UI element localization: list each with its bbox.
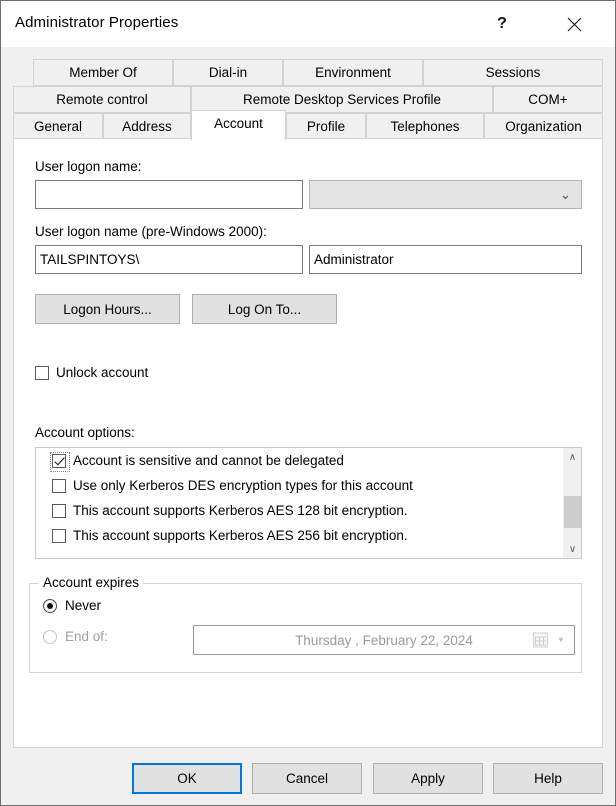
tab-address[interactable]: Address bbox=[103, 113, 191, 140]
tab-com-plus[interactable]: COM+ bbox=[493, 86, 603, 113]
dialog-footer: OK Cancel Apply Help bbox=[1, 750, 615, 805]
option-label: This account supports Kerberos AES 128 b… bbox=[73, 503, 408, 518]
dialog-body: Member Of Dial-in Environment Sessions R… bbox=[1, 47, 615, 805]
tab-label: Organization bbox=[505, 119, 582, 134]
list-item[interactable]: This account supports Kerberos AES 128 b… bbox=[36, 498, 562, 523]
tab-account[interactable]: Account bbox=[191, 110, 286, 141]
close-icon[interactable] bbox=[551, 1, 597, 47]
tab-label: Remote Desktop Services Profile bbox=[242, 92, 442, 107]
tab-label: Remote control bbox=[56, 92, 148, 107]
tab-label: Telephones bbox=[390, 119, 460, 134]
tab-general[interactable]: General bbox=[13, 113, 103, 140]
tab-row-2: Remote control Remote Desktop Services P… bbox=[13, 86, 603, 113]
unlock-account-label: Unlock account bbox=[56, 365, 149, 380]
option-checkbox[interactable] bbox=[50, 451, 70, 472]
tab-label: COM+ bbox=[528, 92, 568, 107]
option-label: This account supports Kerberos AES 256 b… bbox=[73, 528, 408, 543]
help-icon-glyph: ? bbox=[497, 15, 507, 32]
tab-remote-control[interactable]: Remote control bbox=[13, 86, 191, 113]
tab-row-3: General Address Account Profile Telephon… bbox=[13, 110, 603, 141]
tab-label: Dial-in bbox=[208, 65, 248, 80]
end-of-label: End of: bbox=[65, 629, 108, 644]
unlock-account-checkbox[interactable]: Unlock account bbox=[35, 365, 148, 380]
never-label: Never bbox=[65, 598, 102, 613]
pre-windows-2000-label: User logon name (pre-Windows 2000): bbox=[35, 224, 267, 239]
tab-sessions[interactable]: Sessions bbox=[423, 59, 603, 86]
focus-rectangle bbox=[50, 451, 70, 472]
tab-label: Address bbox=[122, 119, 172, 134]
logon-hours-button[interactable]: Logon Hours... bbox=[35, 294, 180, 324]
scroll-up-icon[interactable]: ∧ bbox=[563, 448, 581, 466]
list-item[interactable]: This account supports Kerberos AES 256 b… bbox=[36, 523, 562, 548]
tab-remote-desktop-services-profile[interactable]: Remote Desktop Services Profile bbox=[191, 86, 493, 113]
calendar-icon bbox=[533, 632, 548, 648]
tab-label: Profile bbox=[306, 119, 346, 134]
cancel-button[interactable]: Cancel bbox=[252, 763, 362, 794]
option-label: Account is sensitive and cannot be deleg… bbox=[73, 453, 344, 468]
account-options-scrollbar[interactable]: ∧ ∨ bbox=[562, 448, 581, 558]
account-options-label: Account options: bbox=[35, 425, 135, 440]
chevron-down-icon: ▾ bbox=[558, 634, 563, 645]
pre-windows-account-input[interactable]: Administrator bbox=[309, 245, 582, 274]
account-expires-date-picker[interactable]: Thursday , February 22, 2024 ▾ bbox=[193, 625, 575, 655]
help-button[interactable]: Help bbox=[493, 763, 603, 794]
tab-row-1: Member Of Dial-in Environment Sessions bbox=[13, 59, 603, 86]
option-checkbox[interactable] bbox=[52, 503, 66, 518]
account-options-list: Account is sensitive and cannot be deleg… bbox=[36, 448, 562, 558]
account-expires-date-value: Thursday , February 22, 2024 bbox=[295, 632, 473, 648]
unlock-account-checkbox-box bbox=[35, 365, 49, 380]
tab-organization[interactable]: Organization bbox=[484, 113, 603, 140]
scrollbar-thumb[interactable] bbox=[564, 496, 581, 528]
tab-telephones[interactable]: Telephones bbox=[366, 113, 484, 140]
account-options-listbox[interactable]: Account is sensitive and cannot be deleg… bbox=[35, 447, 582, 559]
tab-label: Account bbox=[214, 116, 263, 131]
properties-dialog-window: Administrator Properties ? Member Of Dia… bbox=[0, 0, 616, 806]
tab-label: Member Of bbox=[69, 65, 137, 80]
help-icon[interactable]: ? bbox=[479, 1, 525, 47]
ok-button[interactable]: OK bbox=[132, 763, 242, 794]
scroll-down-icon[interactable]: ∨ bbox=[563, 540, 581, 558]
title-bar: Administrator Properties ? bbox=[1, 0, 615, 47]
tab-environment[interactable]: Environment bbox=[283, 59, 423, 86]
list-item[interactable]: Account is sensitive and cannot be deleg… bbox=[36, 448, 562, 473]
window-title: Administrator Properties bbox=[15, 14, 179, 31]
tab-profile[interactable]: Profile bbox=[286, 113, 366, 140]
user-logon-name-input[interactable] bbox=[35, 180, 303, 209]
option-checkbox[interactable] bbox=[52, 528, 66, 543]
never-radio-button bbox=[43, 598, 57, 613]
log-on-to-button[interactable]: Log On To... bbox=[192, 294, 337, 324]
option-checkbox[interactable] bbox=[52, 478, 66, 493]
account-tab-panel: User logon name: ⌄ User logon name (pre-… bbox=[13, 138, 603, 748]
tab-member-of[interactable]: Member Of bbox=[33, 59, 173, 86]
option-label: Use only Kerberos DES encryption types f… bbox=[73, 478, 413, 493]
apply-button[interactable]: Apply bbox=[373, 763, 483, 794]
user-logon-name-label: User logon name: bbox=[35, 159, 142, 174]
tab-label: General bbox=[33, 119, 83, 134]
account-expires-legend: Account expires bbox=[39, 575, 144, 590]
end-of-radio-button bbox=[43, 629, 57, 644]
end-of-radio[interactable]: End of: bbox=[43, 629, 108, 644]
close-icon-glyph bbox=[567, 17, 581, 31]
chevron-down-icon: ⌄ bbox=[559, 186, 571, 202]
upn-suffix-dropdown[interactable]: ⌄ bbox=[309, 180, 582, 209]
tab-strip: Member Of Dial-in Environment Sessions R… bbox=[13, 59, 603, 141]
list-item[interactable]: Use only Kerberos DES encryption types f… bbox=[36, 473, 562, 498]
tab-label: Sessions bbox=[485, 65, 541, 80]
tab-label: Environment bbox=[315, 65, 391, 80]
tab-dial-in[interactable]: Dial-in bbox=[173, 59, 283, 86]
pre-windows-domain-input[interactable]: TAILSPINTOYS\ bbox=[35, 245, 303, 274]
account-expires-groupbox: Account expires Never End of: Thursday ,… bbox=[29, 575, 582, 673]
never-radio[interactable]: Never bbox=[43, 598, 101, 613]
